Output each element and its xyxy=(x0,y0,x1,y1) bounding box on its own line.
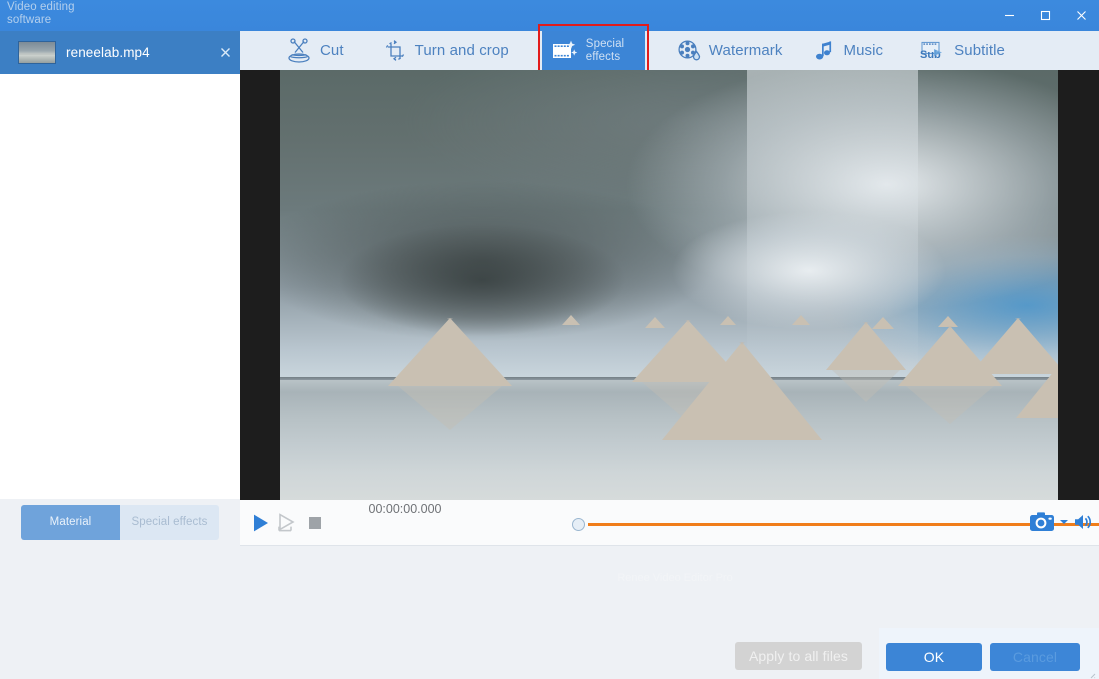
stop-button[interactable] xyxy=(304,512,326,534)
file-list-item[interactable]: reneelab.mp4 xyxy=(0,31,240,74)
preview-watermark: Renee Video Editor Pro xyxy=(560,572,790,600)
title-bar: Video editing software xyxy=(0,0,1099,31)
window-title: Video editing software xyxy=(7,1,112,27)
file-name-label: reneelab.mp4 xyxy=(66,45,210,60)
salt-cone xyxy=(1016,344,1058,418)
sidebar-tab-material[interactable]: Material xyxy=(21,505,120,540)
salt-cone xyxy=(662,342,822,440)
subtitle-icon: Sub xyxy=(917,39,947,63)
toolbar-item-subtitle-label: Subtitle xyxy=(954,42,1005,59)
chevron-down-icon[interactable] xyxy=(1059,518,1069,526)
ok-button[interactable]: OK xyxy=(886,643,982,671)
cancel-button[interactable]: Cancel xyxy=(990,643,1080,671)
toolbar-item-watermark[interactable]: Watermark xyxy=(667,31,792,70)
remove-file-button[interactable] xyxy=(210,31,240,74)
video-preview-stage[interactable] xyxy=(240,70,1099,500)
video-editor-window: Video editing software reneelab.mp4 Mat xyxy=(0,0,1099,679)
editor-toolbar: Cut Turn and crop xyxy=(240,31,1099,71)
play-frame-button[interactable] xyxy=(275,512,301,534)
salt-cone xyxy=(562,315,580,325)
toolbar-item-special-effects-label: Special effects xyxy=(586,38,636,63)
file-list-sidebar: reneelab.mp4 xyxy=(0,31,240,499)
toolbar-item-special-effects[interactable]: Special effects xyxy=(542,31,645,70)
sidebar-tab-special-effects[interactable]: Special effects xyxy=(120,505,219,540)
transport-bar: 00:00:00.000 00:01:42.037 xyxy=(240,500,1099,546)
play-button[interactable] xyxy=(249,512,273,534)
toolbar-item-music-label: Music xyxy=(843,42,883,59)
turn-and-crop-icon xyxy=(382,38,408,64)
close-button[interactable] xyxy=(1063,0,1099,31)
salt-cone xyxy=(792,315,810,325)
progress-track[interactable] xyxy=(588,523,1099,526)
progress-handle[interactable] xyxy=(572,518,585,531)
current-time-label: 00:00:00.000 xyxy=(325,502,485,516)
toolbar-item-turn-and-crop[interactable]: Turn and crop xyxy=(373,31,518,70)
toolbar-item-watermark-label: Watermark xyxy=(709,42,783,59)
toolbar-item-cut-label: Cut xyxy=(320,42,344,59)
cut-icon xyxy=(285,38,313,64)
toolbar-item-subtitle[interactable]: Sub Subtitle xyxy=(908,31,1014,70)
minimize-button[interactable] xyxy=(991,0,1027,31)
sidebar-tab-material-label: Material xyxy=(50,516,92,529)
music-icon xyxy=(814,39,836,63)
salt-cone xyxy=(388,318,512,386)
toolbar-item-music[interactable]: Music xyxy=(805,31,892,70)
transport-right-controls xyxy=(1029,511,1093,532)
sidebar-tabs: Material Special effects xyxy=(21,505,219,540)
maximize-button[interactable] xyxy=(1027,0,1063,31)
video-frame xyxy=(280,70,1058,500)
watermark-icon xyxy=(676,38,702,64)
toolbar-item-turn-and-crop-label: Turn and crop xyxy=(415,42,509,59)
apply-to-all-files-button[interactable]: Apply to all files xyxy=(735,642,862,670)
video-thumbnail xyxy=(18,41,56,64)
resize-grip[interactable] xyxy=(1086,666,1096,676)
sidebar-tab-special-effects-label: Special effects xyxy=(131,516,207,529)
file-list-body xyxy=(0,74,240,499)
toolbar-item-cut[interactable]: Cut xyxy=(276,31,353,70)
special-effects-icon xyxy=(551,39,579,63)
salt-cone xyxy=(826,322,906,370)
window-controls xyxy=(991,0,1099,31)
volume-icon[interactable] xyxy=(1073,513,1093,531)
snapshot-icon[interactable] xyxy=(1029,511,1055,532)
